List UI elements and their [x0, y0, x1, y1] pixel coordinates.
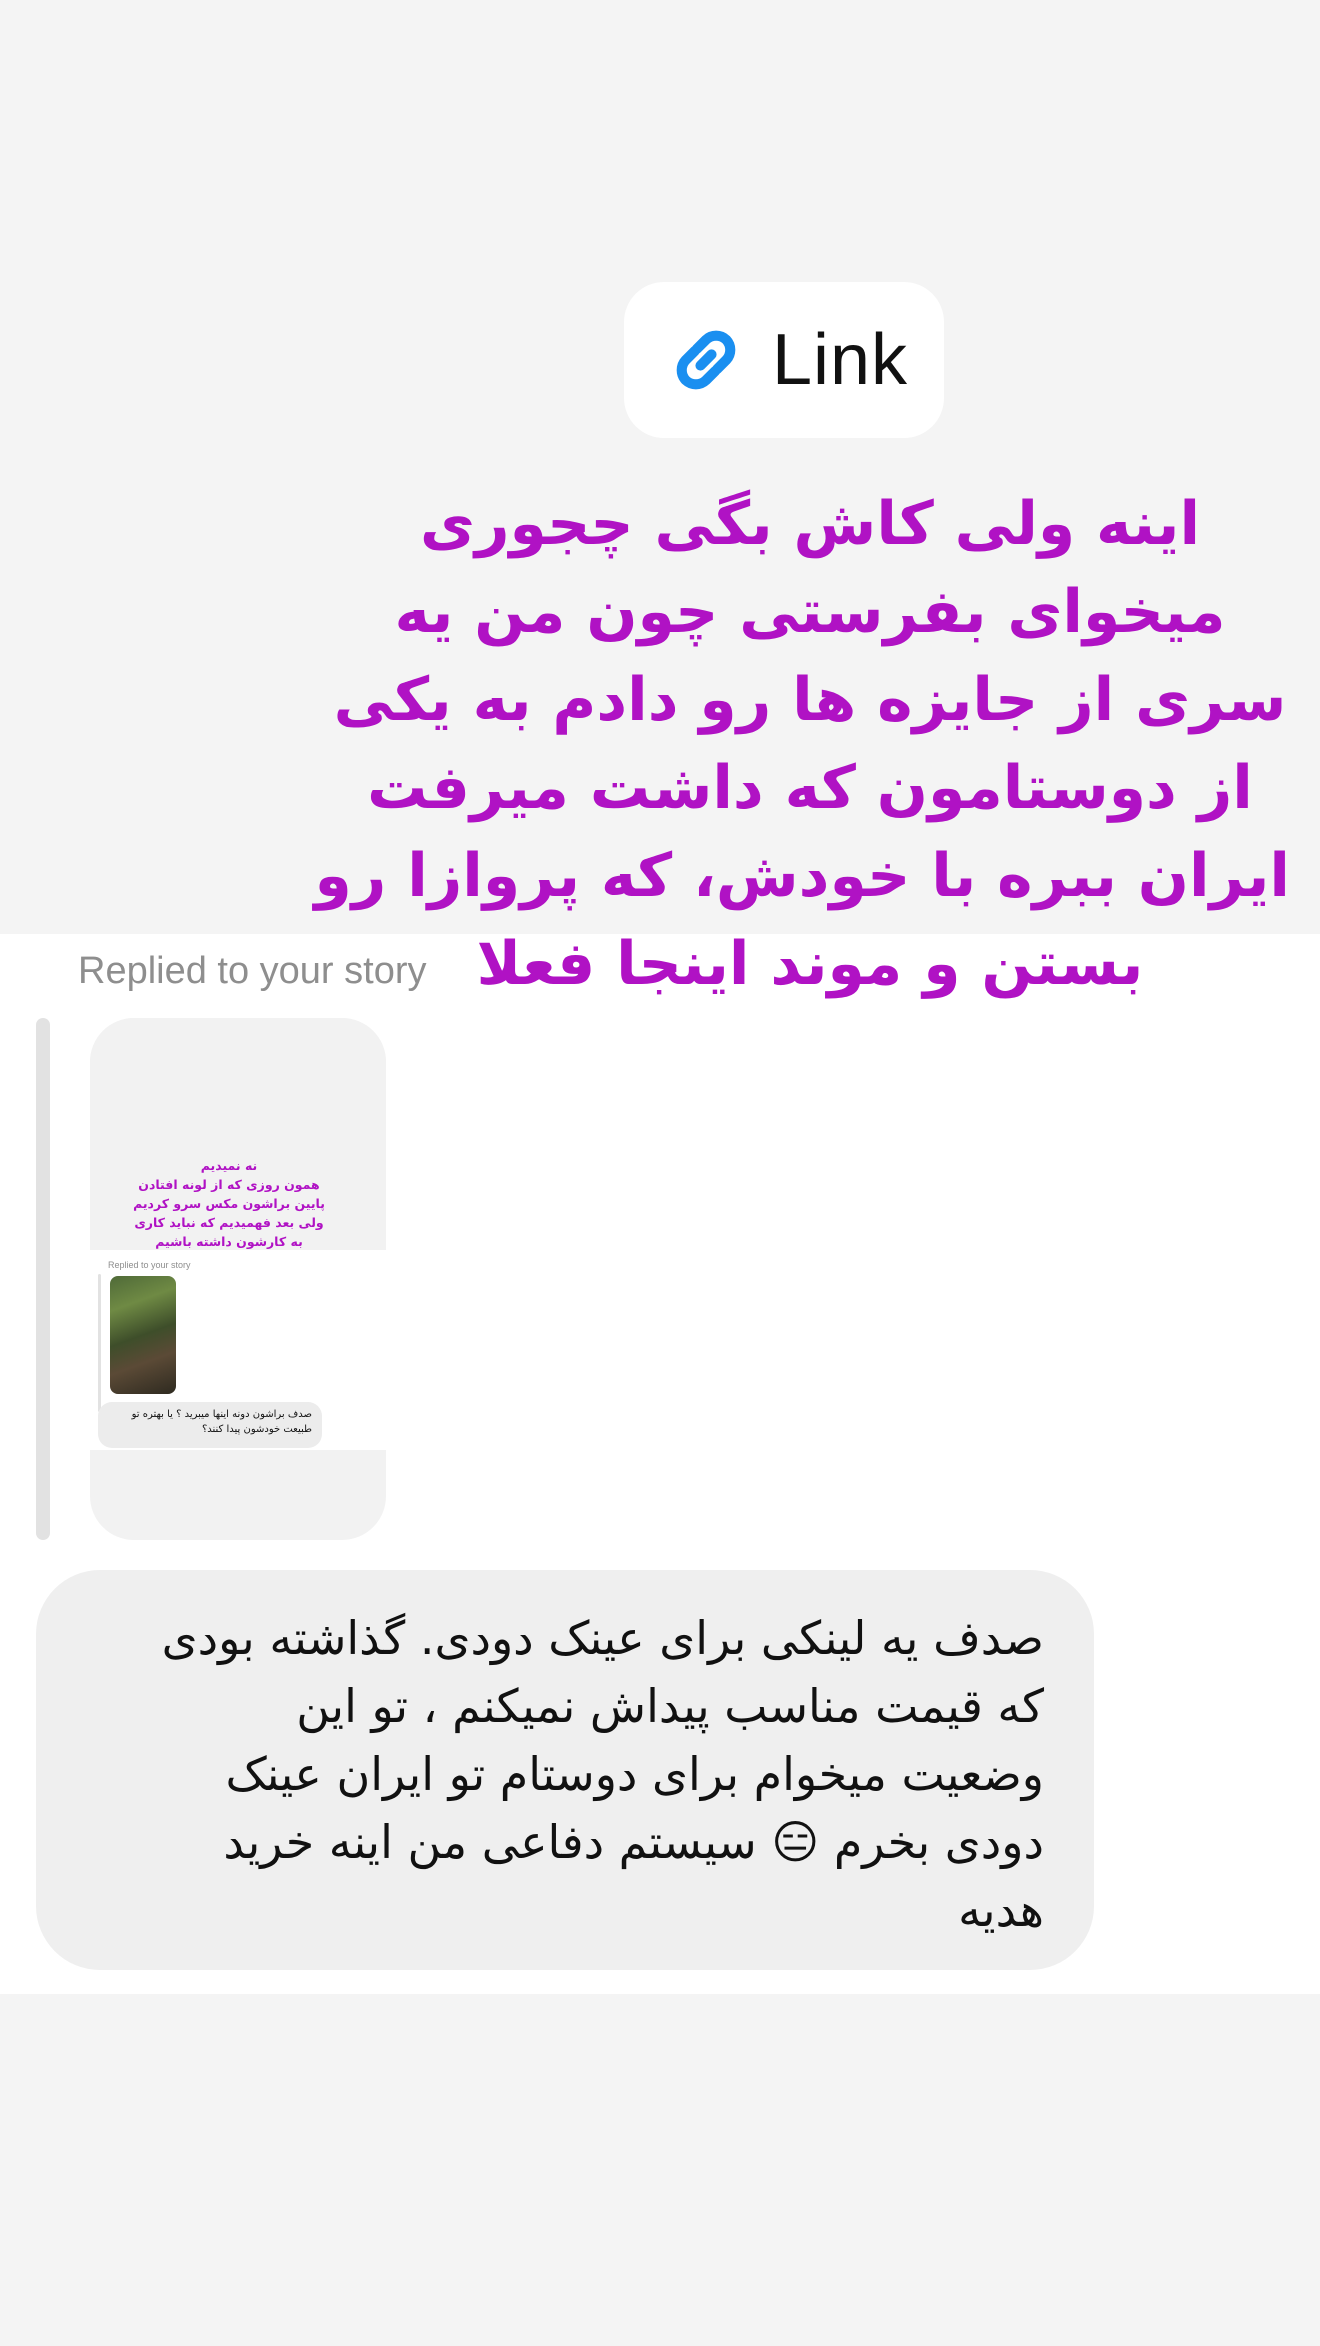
thumbnail-caption: نه نمیدیم همون روزی که از لونه افتادن پا… — [94, 1156, 364, 1251]
thumbnail-caption-line: همون روزی که از لونه افتادن — [138, 1177, 320, 1192]
thumbnail-replied-label: Replied to your story — [108, 1260, 191, 1270]
overlay-line: بستن و موند اینجا فعلا — [476, 929, 1144, 999]
message-line: صدف یه لینکی برای عینک دودی. گذاشته بودی — [161, 1611, 1044, 1665]
message-line: که قیمت مناسب پیداش نمیکنم ، تو این — [296, 1679, 1044, 1733]
message-text: صدف یه لینکی برای عینک دودی. گذاشته بودی… — [76, 1604, 1044, 1944]
message-bubble[interactable]: صدف یه لینکی برای عینک دودی. گذاشته بودی… — [36, 1570, 1094, 1970]
thumbnail-photo — [110, 1276, 176, 1394]
bottom-background — [0, 1994, 1320, 2346]
link-sticker[interactable]: Link — [624, 282, 944, 438]
thumbnail-caption-line: نه نمیدیم — [200, 1158, 258, 1173]
overlay-line: میخوای بفرستی چون من یه — [394, 577, 1226, 647]
thumbnail-caption-line: پایین براشون مکس سرو کردیم — [133, 1196, 325, 1211]
story-thumbnail[interactable]: نه نمیدیم همون روزی که از لونه افتادن پا… — [90, 1018, 386, 1540]
message-line: دودی بخرم 😑 سیستم دفاعی من اینه خرید — [223, 1815, 1044, 1869]
reply-quote-bar — [36, 1018, 50, 1540]
link-icon — [676, 330, 736, 390]
thumbnail-message-bubble: صدف براشون دونه اینها میبرید ؟ یا بهتره … — [98, 1402, 322, 1448]
message-line: وضعیت میخوام برای دوستام تو ایران عینک — [225, 1747, 1044, 1801]
link-label: Link — [771, 320, 909, 400]
overlay-line: سری از جایزه ها رو دادم به یکی — [333, 665, 1287, 735]
overlay-line: اینه ولی کاش بگی چجوری — [419, 489, 1201, 559]
overlay-line: ایران ببره با خودش، که پروازا رو — [314, 841, 1290, 911]
overlay-line: از دوستامون که داشت میرفت — [367, 753, 1253, 823]
thumbnail-caption-line: به کارشون داشته باشیم — [155, 1234, 303, 1249]
message-line: هدیه — [958, 1883, 1044, 1937]
story-overlay-text: اینه ولی کاش بگی چجوری میخوای بفرستی چون… — [314, 480, 1290, 1008]
thumbnail-quote-bar — [98, 1274, 101, 1412]
thumbnail-caption-line: ولی بعد فهمیدیم که نباید کاری — [134, 1215, 324, 1230]
